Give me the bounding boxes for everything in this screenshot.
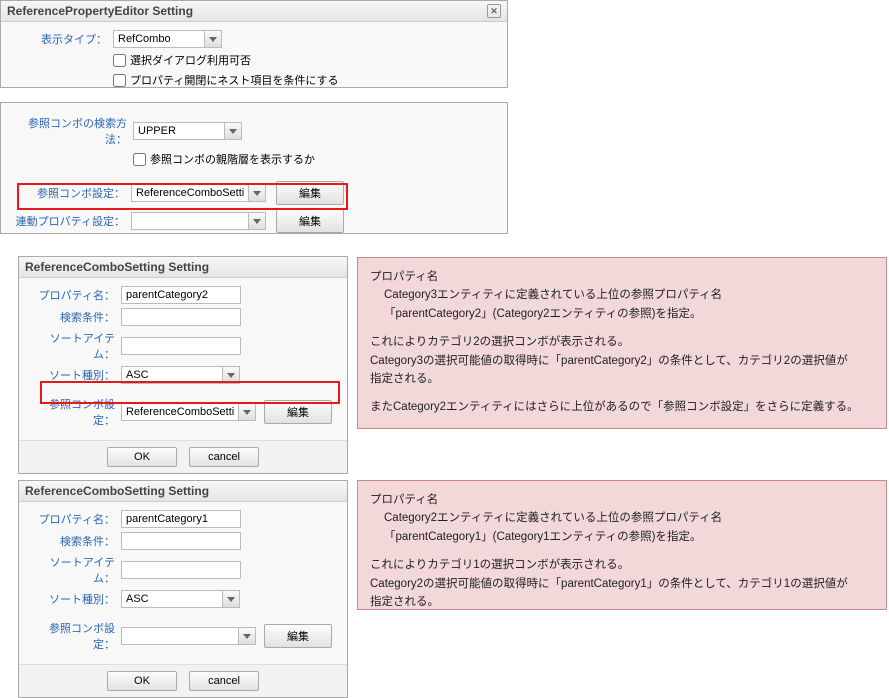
ref-combo-select[interactable] [121, 403, 256, 421]
property-open-checkbox[interactable] [113, 74, 126, 87]
linked-prop-setting-select[interactable] [131, 212, 266, 230]
reference-property-editor-dialog-cont: 参照コンボの検索方法： 参照コンボの親階層を表示するか 参照コンボ設定： 編集 … [0, 102, 508, 234]
anno1-l4: これによりカテゴリ2の選択コンボが表示される。 [370, 333, 874, 351]
anno1-head: プロパティ名 [370, 268, 874, 286]
edit-linked-prop-button[interactable]: 編集 [276, 209, 344, 233]
dialog-footer: OK cancel [19, 440, 347, 473]
close-icon[interactable]: ✕ [487, 4, 501, 18]
reference-combo-setting-dialog-1: ReferenceComboSetting Setting プロパティ名： 検索… [18, 256, 348, 474]
display-type-select[interactable] [113, 30, 222, 48]
search-method-select[interactable] [133, 122, 242, 140]
prop-name-label: プロパティ名： [31, 511, 121, 527]
chevron-down-icon[interactable] [248, 185, 265, 201]
select-dialog-checkbox-wrap[interactable]: 選択ダイアログ利用可否 [113, 52, 251, 68]
display-type-label: 表示タイプ： [13, 31, 113, 47]
property-open-checkbox-label: プロパティ開閉にネスト項目を条件にする [130, 72, 338, 88]
ref-combo-label: 参照コンボ設定： [31, 396, 121, 428]
prop-name-input[interactable] [121, 286, 241, 304]
cancel-button[interactable]: cancel [189, 447, 259, 467]
anno2-l5: Category2の選択可能値の取得時に「parentCategory1」の条件… [370, 575, 874, 593]
dialog-title: ReferenceComboSetting Setting [25, 260, 209, 274]
linked-prop-setting-label: 連動プロパティ設定： [13, 213, 131, 229]
search-method-value[interactable] [134, 123, 224, 139]
sort-kind-label: ソート種別： [31, 367, 121, 383]
dialog-footer: OK cancel [19, 664, 347, 697]
search-cond-input[interactable] [121, 532, 241, 550]
select-dialog-checkbox-label: 選択ダイアログ利用可否 [130, 52, 251, 68]
search-cond-input[interactable] [121, 308, 241, 326]
prop-name-input[interactable] [121, 510, 241, 528]
anno2-l6: 指定される。 [370, 593, 874, 611]
ref-combo-setting-select[interactable] [131, 184, 266, 202]
anno2-l4: これによりカテゴリ1の選択コンボが表示される。 [370, 556, 874, 574]
anno1-l7: またCategory2エンティティにはさらに上位があるので「参照コンボ設定」をさ… [370, 398, 874, 416]
anno2-head: プロパティ名 [370, 491, 874, 509]
edit-ref-combo-button[interactable]: 編集 [276, 181, 344, 205]
anno1-l2: Category3エンティティに定義されている上位の参照プロパティ名 [370, 286, 874, 304]
parent-hier-checkbox-wrap[interactable]: 参照コンボの親階層を表示するか [133, 151, 315, 167]
sort-item-label: ソートアイテム： [31, 554, 121, 586]
ref-combo-label: 参照コンボ設定： [31, 620, 121, 652]
chevron-down-icon[interactable] [222, 367, 239, 383]
dialog-title: ReferenceComboSetting Setting [25, 484, 209, 498]
annotation-1: プロパティ名 Category3エンティティに定義されている上位の参照プロパティ… [357, 257, 887, 429]
sort-kind-select[interactable] [121, 366, 240, 384]
ref-combo-value[interactable] [122, 404, 238, 420]
anno1-l5: Category3の選択可能値の取得時に「parentCategory2」の条件… [370, 352, 874, 370]
annotation-2: プロパティ名 Category2エンティティに定義されている上位の参照プロパティ… [357, 480, 887, 610]
property-open-checkbox-wrap[interactable]: プロパティ開閉にネスト項目を条件にする [113, 72, 338, 88]
parent-hier-checkbox-label: 参照コンボの親階層を表示するか [150, 151, 315, 167]
dialog-titlebar: ReferenceComboSetting Setting [19, 257, 347, 278]
dialog-titlebar: ReferenceComboSetting Setting [19, 481, 347, 502]
chevron-down-icon[interactable] [204, 31, 221, 47]
dialog-titlebar: ReferencePropertyEditor Setting ✕ [1, 1, 507, 22]
sort-kind-value[interactable] [122, 367, 222, 383]
edit-button[interactable]: 編集 [264, 624, 332, 648]
search-cond-label: 検索条件： [31, 533, 121, 549]
ok-button[interactable]: OK [107, 447, 177, 467]
anno2-l2: Category2エンティティに定義されている上位の参照プロパティ名 [370, 509, 874, 527]
dialog-title: ReferencePropertyEditor Setting [7, 4, 193, 18]
chevron-down-icon[interactable] [238, 404, 255, 420]
edit-button[interactable]: 編集 [264, 400, 332, 424]
sort-item-input[interactable] [121, 561, 241, 579]
ref-combo-setting-value[interactable] [132, 185, 248, 201]
anno2-l3: 「parentCategory1」(Category1エンティティの参照)を指定… [370, 528, 874, 546]
linked-prop-setting-value[interactable] [132, 213, 248, 229]
reference-combo-setting-dialog-2: ReferenceComboSetting Setting プロパティ名： 検索… [18, 480, 348, 698]
ref-combo-select[interactable] [121, 627, 256, 645]
sort-item-input[interactable] [121, 337, 241, 355]
sort-item-label: ソートアイテム： [31, 330, 121, 362]
chevron-down-icon[interactable] [224, 123, 241, 139]
prop-name-label: プロパティ名： [31, 287, 121, 303]
parent-hier-checkbox[interactable] [133, 153, 146, 166]
reference-property-editor-dialog: ReferencePropertyEditor Setting ✕ 表示タイプ：… [0, 0, 508, 88]
select-dialog-checkbox[interactable] [113, 54, 126, 67]
chevron-down-icon[interactable] [248, 213, 265, 229]
sort-kind-value[interactable] [122, 591, 222, 607]
search-method-label: 参照コンボの検索方法： [13, 115, 133, 147]
search-cond-label: 検索条件： [31, 309, 121, 325]
anno1-l3: 「parentCategory2」(Category2エンティティの参照)を指定… [370, 305, 874, 323]
sort-kind-label: ソート種別： [31, 591, 121, 607]
sort-kind-select[interactable] [121, 590, 240, 608]
ref-combo-setting-label: 参照コンボ設定： [13, 185, 131, 201]
chevron-down-icon[interactable] [222, 591, 239, 607]
ok-button[interactable]: OK [107, 671, 177, 691]
display-type-value[interactable] [114, 31, 204, 47]
cancel-button[interactable]: cancel [189, 671, 259, 691]
anno1-l6: 指定される。 [370, 370, 874, 388]
